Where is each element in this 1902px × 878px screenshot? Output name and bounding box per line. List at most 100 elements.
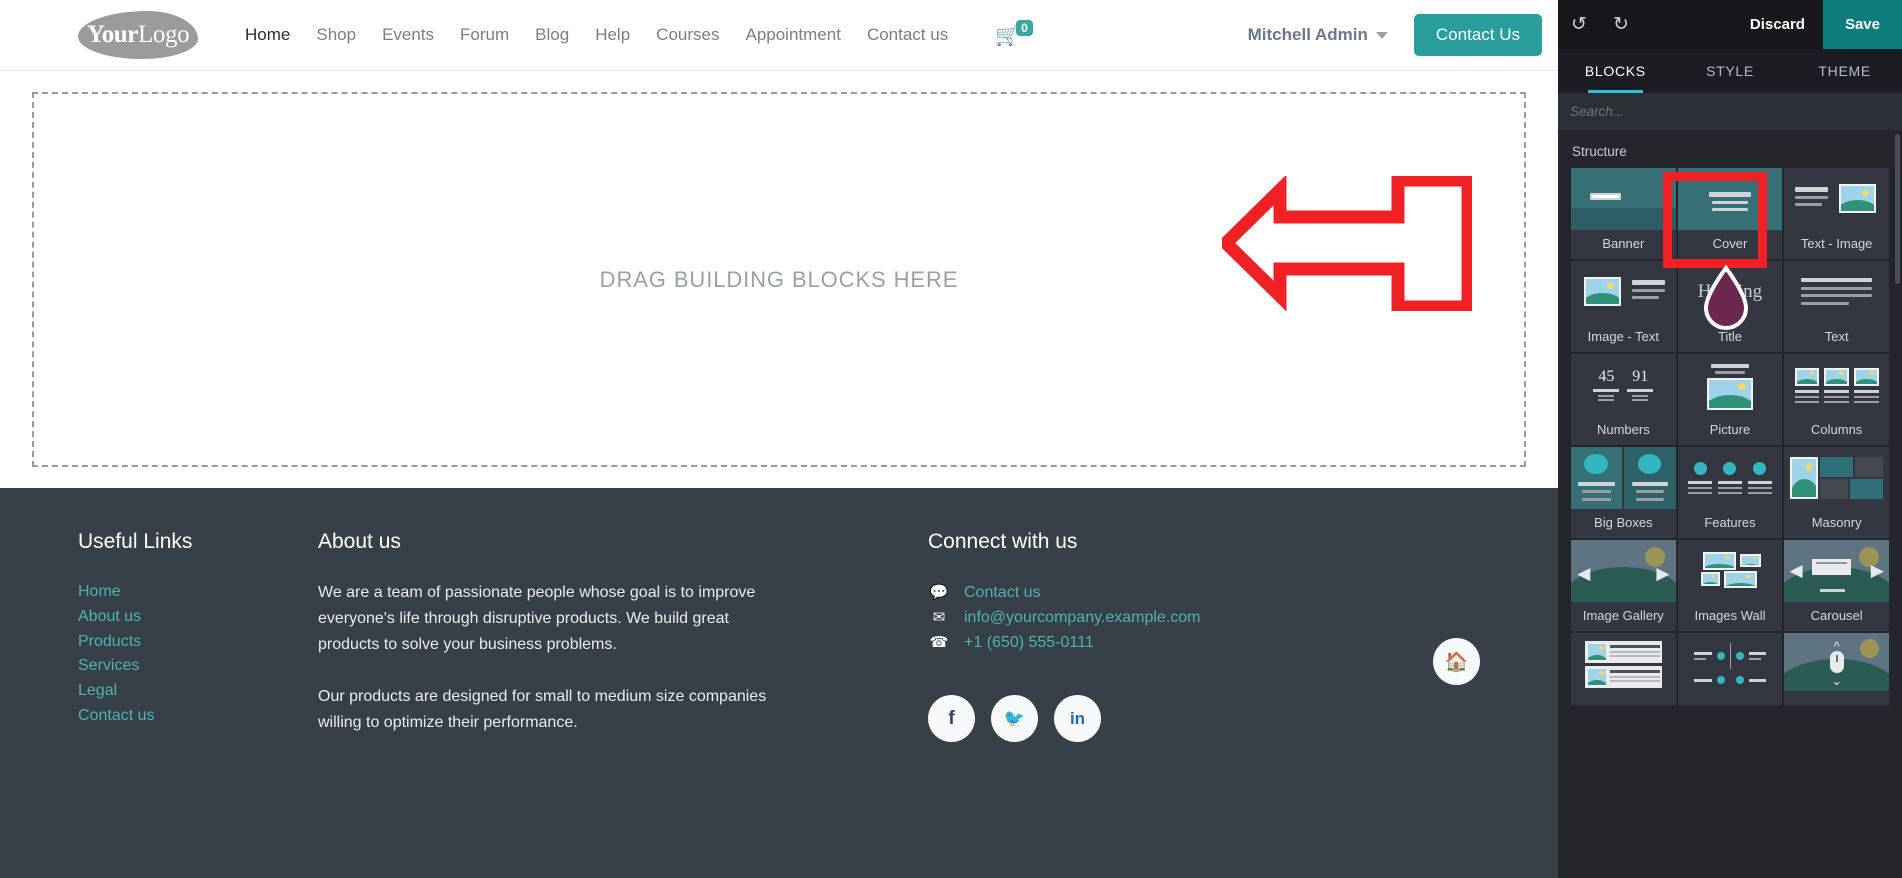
numbers-value-1: 45: [1598, 367, 1615, 385]
picture-thumbnail: [1677, 354, 1783, 416]
banner-thumbnail: [1571, 168, 1676, 230]
search-input[interactable]: [1570, 104, 1890, 119]
site-footer: Useful Links Home About us Products Serv…: [0, 488, 1558, 878]
block-columns[interactable]: Columns: [1784, 354, 1889, 445]
text-image-thumbnail: [1784, 168, 1889, 230]
footer-contact-row: 💬 Contact us: [928, 580, 1348, 605]
discard-button[interactable]: Discard: [1732, 16, 1823, 33]
footer-link-services[interactable]: Services: [78, 654, 318, 679]
website-preview: YourLogo Home Shop Events Forum Blog Hel…: [0, 0, 1558, 878]
footer-phone-row: ☎ +1 (650) 555-0111: [928, 630, 1348, 655]
block-label-text: Text: [1824, 329, 1849, 344]
undo-icon[interactable]: ↺: [1558, 13, 1600, 36]
nav-item-events[interactable]: Events: [369, 25, 447, 45]
block-title[interactable]: Heading Title: [1677, 261, 1783, 352]
editor-tabs: BLOCKS STYLE THEME: [1558, 49, 1902, 93]
linkedin-icon[interactable]: in: [1054, 695, 1101, 742]
editor-search-bar[interactable]: [1558, 93, 1902, 130]
block-masonry[interactable]: Masonry: [1784, 447, 1889, 538]
nav-item-contact-us[interactable]: Contact us: [854, 25, 961, 45]
section-title-structure: Structure: [1572, 144, 1627, 159]
nav-item-blog[interactable]: Blog: [522, 25, 582, 45]
editable-page-area: DRAG BUILDING BLOCKS HERE: [0, 71, 1558, 488]
block-picture[interactable]: Picture: [1677, 354, 1783, 445]
block-text-image[interactable]: Text - Image: [1784, 168, 1889, 259]
site-logo[interactable]: YourLogo: [78, 11, 198, 59]
cart-count-badge: 0: [1016, 20, 1033, 36]
footer-column-connect: Connect with us 💬 Contact us ✉ info@your…: [928, 530, 1348, 878]
features-thumbnail: [1677, 447, 1783, 509]
facebook-icon[interactable]: f: [928, 695, 975, 742]
footer-link-home[interactable]: Home: [78, 580, 318, 605]
block-numbers[interactable]: 45 91 Numbers: [1571, 354, 1676, 445]
carousel-thumbnail: ◀ ▶: [1784, 540, 1889, 602]
block-media-list[interactable]: [1571, 633, 1676, 705]
tab-theme[interactable]: THEME: [1787, 49, 1902, 93]
block-label-masonry: Masonry: [1811, 515, 1862, 530]
block-label-features: Features: [1704, 515, 1756, 530]
tab-style[interactable]: STYLE: [1673, 49, 1788, 93]
block-label-parallax: [1784, 691, 1889, 705]
block-label-images-wall: Images Wall: [1694, 608, 1766, 623]
title-thumbnail: Heading: [1677, 261, 1783, 323]
footer-home-button-wrap: 🏠: [1433, 638, 1480, 878]
block-image-gallery[interactable]: ◀ ▶ Image Gallery: [1571, 540, 1676, 631]
nav-item-forum[interactable]: Forum: [447, 25, 522, 45]
nav-item-courses[interactable]: Courses: [643, 25, 732, 45]
block-banner[interactable]: Banner: [1571, 168, 1676, 259]
drop-zone[interactable]: DRAG BUILDING BLOCKS HERE: [32, 92, 1526, 467]
blocks-list[interactable]: Structure Banner Cover Text - Image Imag…: [1558, 130, 1902, 878]
footer-link-legal[interactable]: Legal: [78, 679, 318, 704]
block-features[interactable]: Features: [1677, 447, 1783, 538]
block-label-picture: Picture: [1709, 422, 1751, 437]
logo-text: YourLogo: [87, 21, 190, 49]
footer-about-paragraph-1: We are a team of passionate people whose…: [318, 584, 756, 653]
screen: YourLogo Home Shop Events Forum Blog Hel…: [0, 0, 1902, 878]
block-image-text[interactable]: Image - Text: [1571, 261, 1676, 352]
footer-about-paragraph-2: Our products are designed for small to m…: [318, 688, 767, 731]
big-boxes-thumbnail: [1571, 447, 1676, 509]
block-grid: Banner Cover Text - Image Image - Text H…: [1558, 168, 1902, 705]
redo-icon[interactable]: ↻: [1600, 13, 1642, 36]
editor-scrollbar[interactable]: [1895, 134, 1900, 284]
save-button[interactable]: Save: [1822, 0, 1902, 49]
nav-item-home[interactable]: Home: [232, 25, 303, 45]
social-links: f 🐦 in: [928, 695, 1348, 742]
comment-icon: 💬: [929, 584, 949, 601]
block-label-comparisons: [1678, 691, 1783, 705]
footer-email-row: ✉ info@yourcompany.example.com: [928, 605, 1348, 630]
footer-link-contact-us[interactable]: Contact us: [78, 704, 318, 729]
envelope-icon: ✉: [932, 609, 946, 626]
user-menu[interactable]: Mitchell Admin: [1248, 25, 1388, 45]
home-icon[interactable]: 🏠: [1433, 638, 1480, 685]
numbers-thumbnail: 45 91: [1571, 354, 1676, 416]
block-label-media-list: [1571, 691, 1676, 705]
block-carousel[interactable]: ◀ ▶ Carousel: [1784, 540, 1889, 631]
footer-contact-us-link[interactable]: Contact us: [964, 580, 1040, 605]
block-cover[interactable]: Cover: [1677, 168, 1783, 259]
logo-text-second: Logo: [138, 21, 190, 48]
contact-us-button[interactable]: Contact Us: [1413, 14, 1542, 56]
block-text[interactable]: Text: [1784, 261, 1889, 352]
chevron-down-icon: [1375, 31, 1388, 39]
footer-link-products[interactable]: Products: [78, 630, 318, 655]
block-label-big-boxes: Big Boxes: [1594, 515, 1653, 530]
twitter-icon[interactable]: 🐦: [991, 695, 1038, 742]
nav-item-appointment[interactable]: Appointment: [732, 25, 853, 45]
block-parallax[interactable]: ^ ⌄: [1784, 633, 1889, 705]
block-label-title: Title: [1717, 329, 1743, 344]
navbar-right: Mitchell Admin Contact Us: [1248, 14, 1542, 56]
footer-link-about-us[interactable]: About us: [78, 605, 318, 630]
footer-phone-link[interactable]: +1 (650) 555-0111: [964, 630, 1094, 655]
block-images-wall[interactable]: Images Wall: [1677, 540, 1783, 631]
nav-item-shop[interactable]: Shop: [303, 25, 369, 45]
block-big-boxes[interactable]: Big Boxes: [1571, 447, 1676, 538]
cart-button[interactable]: 🛒 0: [995, 20, 1033, 48]
nav-item-help[interactable]: Help: [582, 25, 643, 45]
footer-email-link[interactable]: info@yourcompany.example.com: [964, 605, 1201, 630]
footer-column-useful-links: Useful Links Home About us Products Serv…: [78, 530, 318, 878]
tab-blocks[interactable]: BLOCKS: [1558, 49, 1673, 93]
block-comparisons[interactable]: [1677, 633, 1783, 705]
drop-zone-label: DRAG BUILDING BLOCKS HERE: [599, 266, 959, 292]
block-label-text-image: Text - Image: [1800, 236, 1873, 251]
